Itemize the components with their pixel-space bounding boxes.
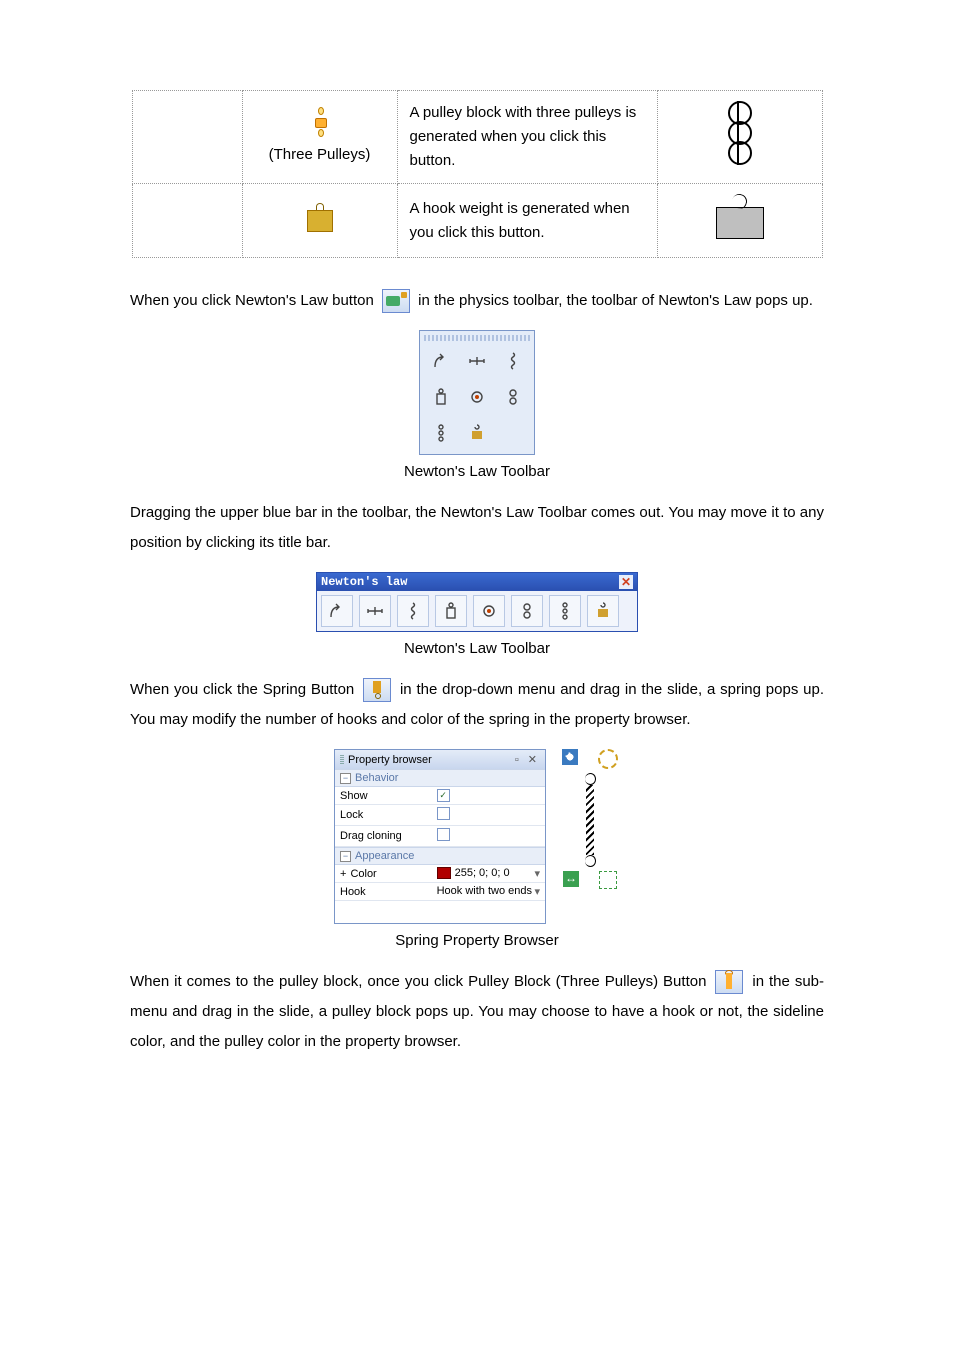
color-swatch[interactable] <box>437 867 451 879</box>
spring-button-icon[interactable] <box>363 678 391 702</box>
pulley-single-icon[interactable] <box>460 380 494 414</box>
pulley-single-icon[interactable] <box>473 595 505 627</box>
paragraph-spring-button: When you click the Spring Button in the … <box>130 675 824 735</box>
toolbar-gripper[interactable] <box>424 335 530 341</box>
force-arrow-icon[interactable] <box>424 344 458 378</box>
checkbox-show[interactable]: ✓ <box>437 789 450 802</box>
hook-weight-tb-icon[interactable] <box>460 416 494 450</box>
cell-icon-hook-weight <box>242 184 397 258</box>
spring-scale-icon[interactable] <box>460 344 494 378</box>
cell-desc-three-pulleys: A pulley block with three pulleys is gen… <box>397 91 657 184</box>
weight-icon[interactable] <box>424 380 458 414</box>
select-icon[interactable] <box>599 871 617 889</box>
pulley-triple-icon[interactable] <box>424 416 458 450</box>
spring-icon-1[interactable] <box>397 595 429 627</box>
add-icon[interactable] <box>562 749 578 765</box>
dropdown-icon[interactable]: ▾ <box>534 885 540 898</box>
text-p1b: in the physics toolbar, the toolbar of N… <box>418 292 813 309</box>
property-browser-title[interactable]: Property browser ▫ ✕ <box>335 750 545 769</box>
prop-row-lock[interactable]: Lock <box>335 805 545 826</box>
caption-property-browser: Spring Property Browser <box>130 932 824 949</box>
three-pulleys-label: (Three Pulleys) <box>269 143 371 167</box>
pulley-triple-icon[interactable] <box>549 595 581 627</box>
prop-row-hook[interactable]: Hook Hook with two ends▾ <box>335 883 545 901</box>
cell-empty <box>132 91 242 184</box>
spring-preview <box>560 749 620 889</box>
wide-toolbar-titlebar[interactable]: Newton's law ✕ <box>317 573 637 591</box>
text-p3a: When you click the Spring Button <box>130 681 359 698</box>
hook-weight-render-icon <box>716 194 764 239</box>
prop-row-color[interactable]: +Color 255; 0; 0; 0▾ <box>335 865 545 883</box>
dropdown-icon[interactable]: ▾ <box>534 867 540 880</box>
property-browser-panel[interactable]: Property browser ▫ ✕ −Behavior Show✓ Loc… <box>334 749 546 924</box>
newton-compact-toolbar[interactable] <box>419 330 535 455</box>
spring-icon-1[interactable] <box>496 344 530 378</box>
close-icon[interactable]: ✕ <box>619 575 633 589</box>
force-arrow-icon[interactable] <box>321 595 353 627</box>
newton-law-button-icon[interactable] <box>382 289 410 313</box>
section-behavior[interactable]: −Behavior <box>335 769 545 787</box>
empty-slot <box>496 416 530 450</box>
three-pulleys-render-icon <box>728 105 752 161</box>
wide-toolbar-title: Newton's law <box>321 575 407 589</box>
cell-render-hook-weight <box>657 184 822 258</box>
caption-compact-toolbar: Newton's Law Toolbar <box>130 463 824 480</box>
pulley-double-icon[interactable] <box>496 380 530 414</box>
spring-render[interactable] <box>583 773 597 867</box>
pulley-block-three-button-icon[interactable] <box>715 970 743 994</box>
paragraph-newton-button: When you click Newton's Law button in th… <box>130 286 824 316</box>
hook-weight-tb-icon[interactable] <box>587 595 619 627</box>
paragraph-pulley-block: When it comes to the pulley block, once … <box>130 967 824 1057</box>
pulley-double-icon[interactable] <box>511 595 543 627</box>
spring-scale-icon[interactable] <box>359 595 391 627</box>
three-pulleys-icon <box>309 107 331 137</box>
section-appearance[interactable]: −Appearance <box>335 847 545 865</box>
cell-desc-hook-weight: A hook weight is generated when you clic… <box>397 184 657 258</box>
tool-table: (Three Pulleys) A pulley block with thre… <box>132 90 823 258</box>
hook-weight-icon <box>307 210 333 232</box>
caption-wide-toolbar: Newton's Law Toolbar <box>130 640 824 657</box>
cell-render-three-pulleys <box>657 91 822 184</box>
weight-icon[interactable] <box>435 595 467 627</box>
newton-wide-toolbar[interactable]: Newton's law ✕ <box>316 572 638 632</box>
move-icon[interactable] <box>563 871 579 887</box>
prop-row-show[interactable]: Show✓ <box>335 787 545 805</box>
cell-empty-2 <box>132 184 242 258</box>
prop-row-drag-cloning[interactable]: Drag cloning <box>335 826 545 847</box>
property-browser-controls[interactable]: ▫ ✕ <box>515 753 540 766</box>
checkbox-lock[interactable] <box>437 807 450 820</box>
paragraph-drag-bar: Dragging the upper blue bar in the toolb… <box>130 498 824 558</box>
text-p1a: When you click Newton's Law button <box>130 292 378 309</box>
text-p4a: When it comes to the pulley block, once … <box>130 973 711 990</box>
property-browser-title-text: Property browser <box>348 754 432 766</box>
checkbox-drag-cloning[interactable] <box>437 828 450 841</box>
rotate-icon[interactable] <box>598 749 618 769</box>
cell-icon-three-pulleys: (Three Pulleys) <box>242 91 397 184</box>
